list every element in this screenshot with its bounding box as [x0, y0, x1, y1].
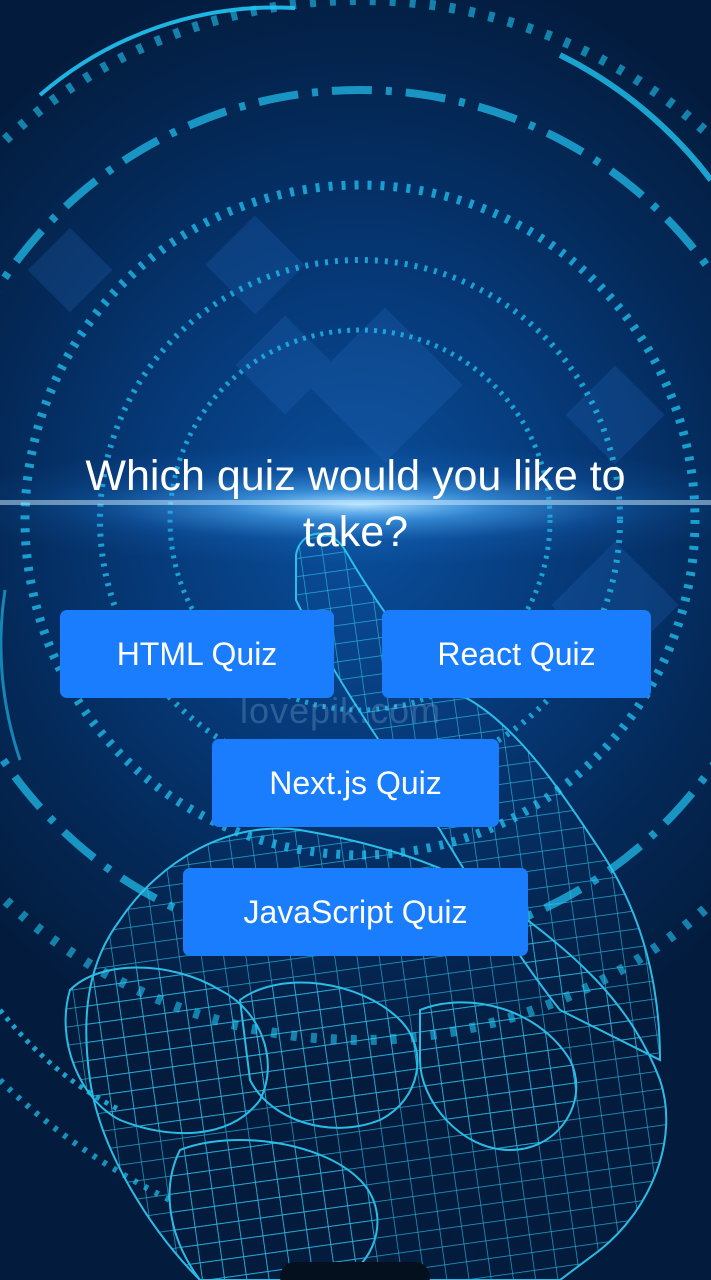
- quiz-selection-screen: lovepik.com Which quiz would you like to…: [0, 0, 711, 1280]
- html-quiz-button[interactable]: HTML Quiz: [60, 610, 334, 698]
- javascript-quiz-button[interactable]: JavaScript Quiz: [183, 868, 528, 956]
- nextjs-quiz-button[interactable]: Next.js Quiz: [212, 739, 499, 827]
- page-title: Which quiz would you like to take?: [85, 452, 626, 556]
- react-quiz-button[interactable]: React Quiz: [382, 610, 651, 698]
- home-indicator[interactable]: [280, 1262, 430, 1280]
